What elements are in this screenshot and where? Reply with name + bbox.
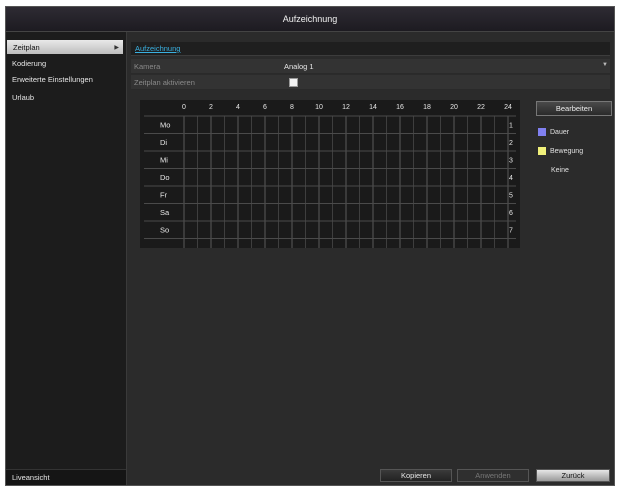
hour-label: 4 [236, 104, 240, 111]
legend-item-dauer: Dauer [538, 127, 569, 137]
sidebar-item-zeitplan[interactable]: Zeitplan ▶ [7, 40, 123, 54]
hour-label: 14 [369, 104, 377, 111]
day-label: So [160, 225, 169, 234]
camera-row: Kamera Analog 1 ▼ [131, 59, 610, 74]
back-button[interactable]: Zurück [536, 469, 610, 482]
sidebar-item-urlaub[interactable]: Urlaub [6, 90, 124, 104]
recording-window: Aufzeichnung Zeitplan ▶ Kodierung Erweit… [5, 6, 615, 486]
schedule-grid-svg: 0 2 4 6 8 10 12 14 16 18 20 22 24Mo 1Di 2Mi 3Do 4Fr 5Sa 6S… [144, 104, 516, 248]
schedule-enable-row: Zeitplan aktivieren [131, 75, 610, 90]
legend-item-bewegung: Bewegung [538, 146, 583, 156]
schedule-grid[interactable]: 0 2 4 6 8 10 12 14 16 18 20 22 24 Mo 1 Di 2 Mi 3 Do 4 Fr 5 Sa 6 S… [140, 100, 520, 248]
day-label: Di [160, 138, 167, 147]
tab-aufzeichnung[interactable]: Aufzeichnung [135, 44, 180, 53]
edit-button[interactable]: Bearbeiten [536, 101, 612, 116]
hour-label: 8 [290, 104, 294, 111]
sidebar-item-label: Zeitplan [13, 42, 40, 52]
schedule-enable-label: Zeitplan aktivieren [134, 78, 195, 87]
hour-label: 24 [504, 104, 512, 111]
sidebar-item-label: Erweiterte Einstellungen [12, 74, 93, 84]
hour-label: 22 [477, 104, 485, 111]
sidebar-item-erweiterte-einstellungen[interactable]: Erweiterte Einstellungen [6, 72, 124, 86]
day-number: 6 [509, 210, 513, 217]
tab-bar: Aufzeichnung [131, 42, 610, 56]
apply-button[interactable]: Anwenden [457, 469, 529, 482]
legend-swatch-bewegung [538, 147, 546, 155]
window-title: Aufzeichnung [6, 7, 614, 32]
day-number: 4 [509, 175, 513, 182]
sidebar-item-label: Urlaub [12, 92, 35, 102]
hour-label: 10 [315, 104, 323, 111]
legend-swatch-dauer [538, 128, 546, 136]
legend-label: Dauer [550, 128, 570, 136]
schedule-enable-checkbox[interactable] [289, 78, 298, 87]
day-number: 2 [509, 140, 513, 147]
day-number: 5 [509, 192, 513, 199]
legend-item-keine: Keine [551, 165, 569, 175]
camera-select[interactable]: Analog 1 [284, 62, 314, 71]
hour-label: 20 [450, 104, 458, 111]
sidebar: Zeitplan ▶ Kodierung Erweiterte Einstell… [6, 32, 127, 485]
day-label: Mi [160, 155, 168, 164]
legend-label: Bewegung [550, 147, 584, 155]
day-number: 7 [509, 227, 513, 234]
sidebar-item-kodierung[interactable]: Kodierung [6, 56, 124, 70]
hour-label: 12 [342, 104, 350, 111]
day-number: 3 [509, 157, 513, 164]
liveview-button[interactable]: Liveansicht [6, 469, 126, 485]
main-panel: Aufzeichnung Kamera Analog 1 ▼ Zeitplan … [127, 32, 614, 485]
chevron-right-icon: ▶ [114, 44, 119, 51]
day-number: 1 [509, 122, 513, 129]
day-label: Sa [160, 208, 170, 217]
day-label: Fr [160, 190, 168, 199]
legend-label: Keine [551, 166, 569, 174]
hour-label: 6 [263, 104, 267, 111]
hour-label: 16 [396, 104, 404, 111]
day-label: Mo [160, 120, 170, 129]
day-label: Do [160, 173, 170, 182]
hour-label: 2 [209, 104, 213, 111]
camera-label: Kamera [134, 62, 161, 71]
sidebar-item-label: Kodierung [12, 58, 47, 68]
liveview-label: Liveansicht [12, 473, 50, 482]
copy-button[interactable]: Kopieren [380, 469, 452, 482]
chevron-down-icon[interactable]: ▼ [602, 62, 608, 68]
hour-label: 18 [423, 104, 431, 111]
hour-label: 0 [182, 104, 186, 111]
